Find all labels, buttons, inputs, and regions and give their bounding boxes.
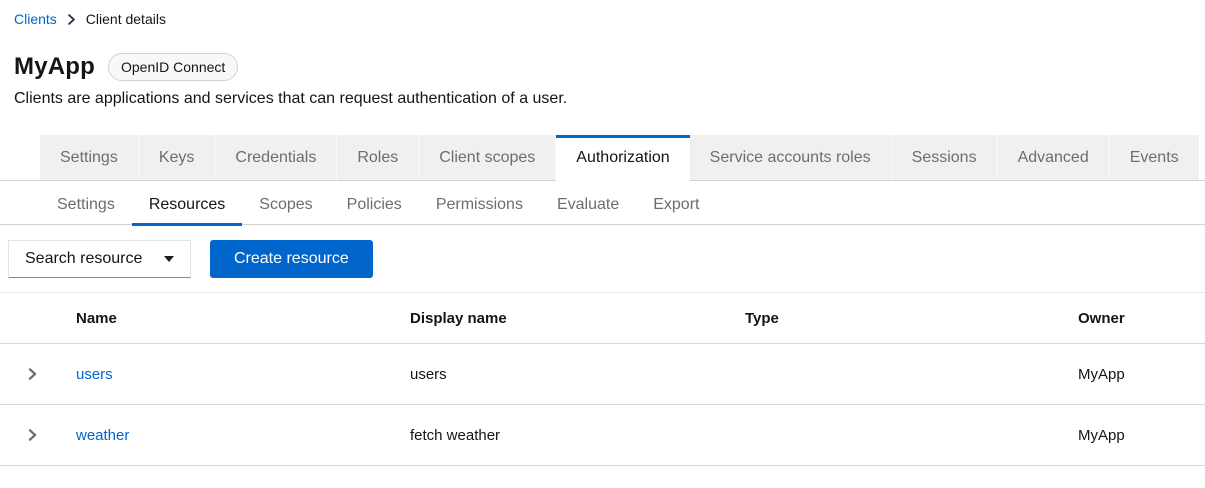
resource-name-link[interactable]: weather (76, 427, 129, 444)
tab-settings[interactable]: Settings (40, 135, 139, 180)
subtab-resources[interactable]: Resources (132, 186, 242, 226)
subtab-policies[interactable]: Policies (330, 186, 419, 226)
breadcrumb-link-clients[interactable]: Clients (14, 11, 57, 27)
resource-name-link[interactable]: users (76, 366, 113, 383)
resources-table: Name Display name Type Owner users users… (0, 293, 1205, 466)
subtab-permissions[interactable]: Permissions (419, 186, 540, 226)
tab-client-scopes[interactable]: Client scopes (419, 135, 556, 180)
breadcrumb-current: Client details (86, 11, 166, 27)
resource-display-name: users (398, 344, 733, 405)
resource-type (733, 344, 1066, 405)
resource-search-select-label: Search resource (25, 250, 142, 268)
column-header-display-name: Display name (398, 293, 733, 344)
client-tabs: Settings Keys Credentials Roles Client s… (0, 135, 1205, 181)
authorization-subtabs: Settings Resources Scopes Policies Permi… (0, 186, 1205, 225)
table-row: weather fetch weather MyApp (0, 405, 1205, 466)
subtab-export[interactable]: Export (636, 186, 716, 226)
caret-down-icon (164, 256, 174, 262)
tab-advanced[interactable]: Advanced (998, 135, 1110, 180)
table-row: users users MyApp (0, 344, 1205, 405)
tab-service-accounts-roles[interactable]: Service accounts roles (690, 135, 892, 180)
tab-sessions[interactable]: Sessions (892, 135, 998, 180)
expand-row-button[interactable] (19, 364, 46, 384)
resource-owner: MyApp (1066, 344, 1205, 405)
expand-row-button[interactable] (19, 425, 46, 445)
client-type-badge: OpenID Connect (108, 53, 238, 81)
tab-roles[interactable]: Roles (337, 135, 419, 180)
angle-right-icon (67, 14, 76, 25)
subtab-settings[interactable]: Settings (40, 186, 132, 226)
subtab-evaluate[interactable]: Evaluate (540, 186, 636, 226)
tab-authorization[interactable]: Authorization (556, 135, 689, 181)
expand-column-header (0, 293, 64, 344)
resource-owner: MyApp (1066, 405, 1205, 466)
resource-search-select[interactable]: Search resource (8, 240, 191, 278)
angle-right-icon (27, 368, 38, 383)
column-header-owner: Owner (1066, 293, 1205, 344)
create-resource-button[interactable]: Create resource (210, 240, 373, 278)
table-header-row: Name Display name Type Owner (0, 293, 1205, 344)
resource-type (733, 405, 1066, 466)
resources-toolbar: Search resource Create resource (0, 225, 1205, 292)
page-header: MyApp OpenID Connect (0, 27, 1205, 81)
page-title: MyApp (14, 53, 95, 81)
resource-display-name: fetch weather (398, 405, 733, 466)
subtab-scopes[interactable]: Scopes (242, 186, 329, 226)
page-description: Clients are applications and services th… (0, 81, 1205, 108)
tab-events[interactable]: Events (1110, 135, 1199, 180)
angle-right-icon (27, 429, 38, 444)
tab-credentials[interactable]: Credentials (215, 135, 337, 180)
column-header-type: Type (733, 293, 1066, 344)
column-header-name: Name (64, 293, 398, 344)
breadcrumb: Clients Client details (0, 0, 1205, 27)
tab-keys[interactable]: Keys (139, 135, 216, 180)
